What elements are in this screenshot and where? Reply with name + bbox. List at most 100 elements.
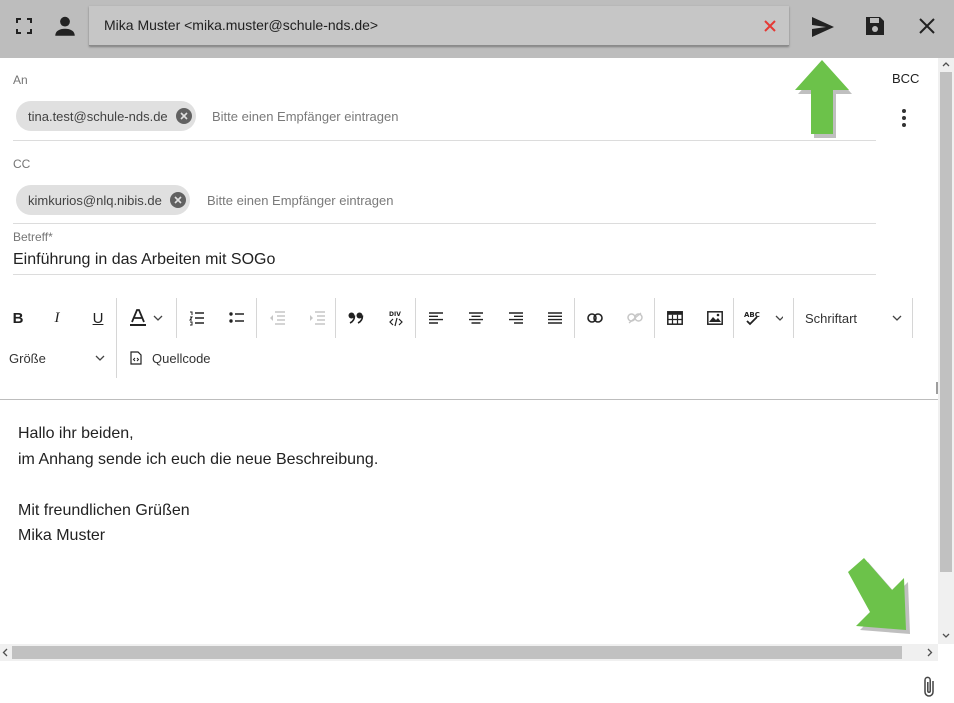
cc-label: CC [13, 157, 31, 171]
message-line: im Anhang sende ich euch die neue Beschr… [18, 450, 379, 468]
chevron-down-icon [95, 355, 105, 361]
subject-input[interactable]: Einführung in das Arbeiten mit SOGo [13, 251, 275, 269]
text-color-button[interactable] [120, 298, 170, 338]
close-icon [919, 18, 935, 34]
source-code-label: Quellcode [152, 350, 211, 366]
font-size-select[interactable]: Größe [0, 338, 114, 378]
spellcheck-button[interactable]: ABC [738, 298, 788, 338]
bullet-list-icon [229, 312, 244, 323]
italic-button[interactable]: I [37, 298, 77, 338]
message-line: Hallo ihr beiden, [18, 425, 134, 442]
div-container-button[interactable]: DIV [376, 298, 416, 338]
send-button[interactable] [808, 12, 838, 42]
cc-input[interactable]: Bitte einen Empfänger eintragen [207, 193, 393, 208]
subject-divider [13, 274, 876, 275]
message-body[interactable]: Hallo ihr beiden, im Anhang sende ich eu… [18, 421, 378, 549]
to-divider [13, 140, 876, 141]
div-icon: DIV [389, 311, 403, 327]
to-input[interactable]: Bitte einen Empfänger eintragen [212, 109, 398, 124]
send-icon [812, 17, 834, 37]
svg-text:DIV: DIV [389, 311, 401, 318]
arrow-down-right-annotation [846, 558, 912, 636]
spellcheck-icon: ABC [744, 311, 783, 326]
numbered-list-button[interactable] [177, 298, 217, 338]
vertical-scrollbar-thumb[interactable] [940, 72, 952, 572]
message-line: Mika Muster [18, 527, 106, 544]
align-left-icon [429, 312, 443, 324]
table-icon [667, 311, 683, 325]
toolbar-separator [116, 298, 117, 378]
fullscreen-icon[interactable] [12, 14, 36, 38]
subject-label-text: Betreff [13, 230, 49, 244]
align-center-button[interactable] [456, 298, 496, 338]
remove-recipient-icon[interactable] [175, 108, 192, 124]
align-center-icon [469, 312, 483, 324]
font-family-select[interactable]: Schriftart [796, 298, 910, 338]
scroll-up-icon [942, 62, 950, 67]
source-code-button[interactable]: Quellcode [124, 338, 224, 378]
close-button[interactable] [913, 12, 941, 40]
message-line [18, 472, 378, 498]
remove-recipient-icon[interactable] [169, 192, 186, 208]
cc-divider [13, 223, 876, 224]
attach-button[interactable] [917, 674, 941, 700]
bold-button[interactable]: B [0, 298, 38, 338]
font-family-select-value: Schriftart [805, 311, 858, 326]
indent-icon [310, 311, 325, 325]
bullet-list-button[interactable] [217, 298, 257, 338]
recipient-chip[interactable]: kimkurios@nlq.nibis.de [16, 185, 190, 215]
message-line: Mit freundlichen Grüßen [18, 501, 190, 519]
font-size-select-value: Größe [9, 351, 46, 366]
scroll-down-icon [942, 633, 950, 638]
scroll-right-icon [927, 648, 933, 657]
underline-button[interactable]: U [78, 298, 118, 338]
from-value: Mika Muster <mika.muster@schule-nds.de> [104, 17, 379, 33]
chevron-down-icon [892, 315, 902, 321]
align-left-button[interactable] [416, 298, 456, 338]
arrow-up-annotation [792, 58, 852, 140]
link-icon [587, 313, 603, 323]
to-label: An [13, 73, 28, 87]
unlink-icon [627, 312, 643, 324]
recipient-chip-label: tina.test@schule-nds.de [28, 108, 168, 124]
more-options-icon[interactable] [894, 107, 914, 129]
table-button[interactable] [655, 298, 695, 338]
horizontal-scrollbar-thumb[interactable] [12, 646, 902, 659]
quote-icon [348, 312, 364, 324]
text-color-icon [130, 309, 163, 326]
source-code-icon [130, 351, 142, 365]
recipient-chip[interactable]: tina.test@schule-nds.de [16, 101, 196, 131]
toolbar-separator [912, 298, 913, 338]
recipient-chip-label: kimkurios@nlq.nibis.de [28, 192, 162, 208]
link-button[interactable] [575, 298, 615, 338]
required-mark: * [48, 230, 53, 244]
editor-top-border [0, 399, 938, 400]
clear-icon[interactable] [760, 16, 780, 36]
resize-handle[interactable] [936, 382, 938, 394]
vertical-scrollbar[interactable] [938, 58, 954, 644]
increase-indent-button[interactable] [297, 298, 337, 338]
save-button[interactable] [861, 12, 889, 40]
toolbar-separator [733, 298, 734, 338]
decrease-indent-button[interactable] [257, 298, 297, 338]
from-field[interactable]: Mika Muster <mika.muster@schule-nds.de> [89, 6, 789, 46]
justify-button[interactable] [535, 298, 575, 338]
numbered-list-icon [189, 311, 204, 326]
bcc-button[interactable]: BCC [892, 71, 919, 86]
subject-label: Betreff* [13, 230, 53, 244]
horizontal-scrollbar[interactable] [0, 644, 938, 661]
scroll-left-icon [2, 648, 8, 657]
image-icon [707, 311, 723, 325]
person-icon[interactable] [51, 12, 79, 40]
justify-icon [548, 312, 562, 324]
outdent-icon [270, 311, 285, 325]
toolbar-separator [793, 298, 794, 338]
align-right-button[interactable] [496, 298, 536, 338]
svg-text:ABC: ABC [744, 311, 760, 319]
align-right-icon [509, 312, 523, 324]
paperclip-icon [924, 676, 934, 697]
image-button[interactable] [695, 298, 735, 338]
unlink-button[interactable] [615, 298, 655, 338]
blockquote-button[interactable] [336, 298, 376, 338]
save-icon [866, 17, 884, 35]
